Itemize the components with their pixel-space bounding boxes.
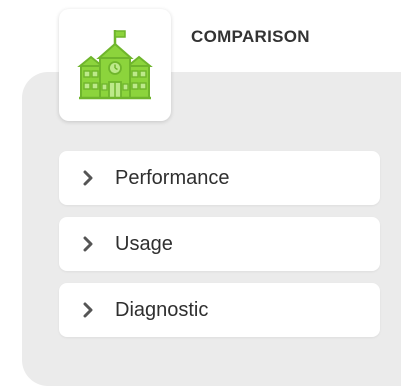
menu-item-performance[interactable]: Performance <box>59 151 380 205</box>
menu-item-label: Performance <box>115 166 230 189</box>
chevron-right-icon <box>81 301 95 319</box>
chevron-right-icon <box>81 235 95 253</box>
comparison-widget: COMPARISON Performance Usage Diagnostic <box>0 0 401 386</box>
menu-item-label: Usage <box>115 232 173 255</box>
menu-item-diagnostic[interactable]: Diagnostic <box>59 283 380 337</box>
menu-item-usage[interactable]: Usage <box>59 217 380 271</box>
menu-item-label: Diagnostic <box>115 298 209 321</box>
school-icon-tile <box>59 9 171 121</box>
comparison-menu: Performance Usage Diagnostic <box>59 151 380 349</box>
school-building-icon <box>77 30 153 100</box>
chevron-right-icon <box>81 169 95 187</box>
section-title: COMPARISON <box>191 27 310 46</box>
